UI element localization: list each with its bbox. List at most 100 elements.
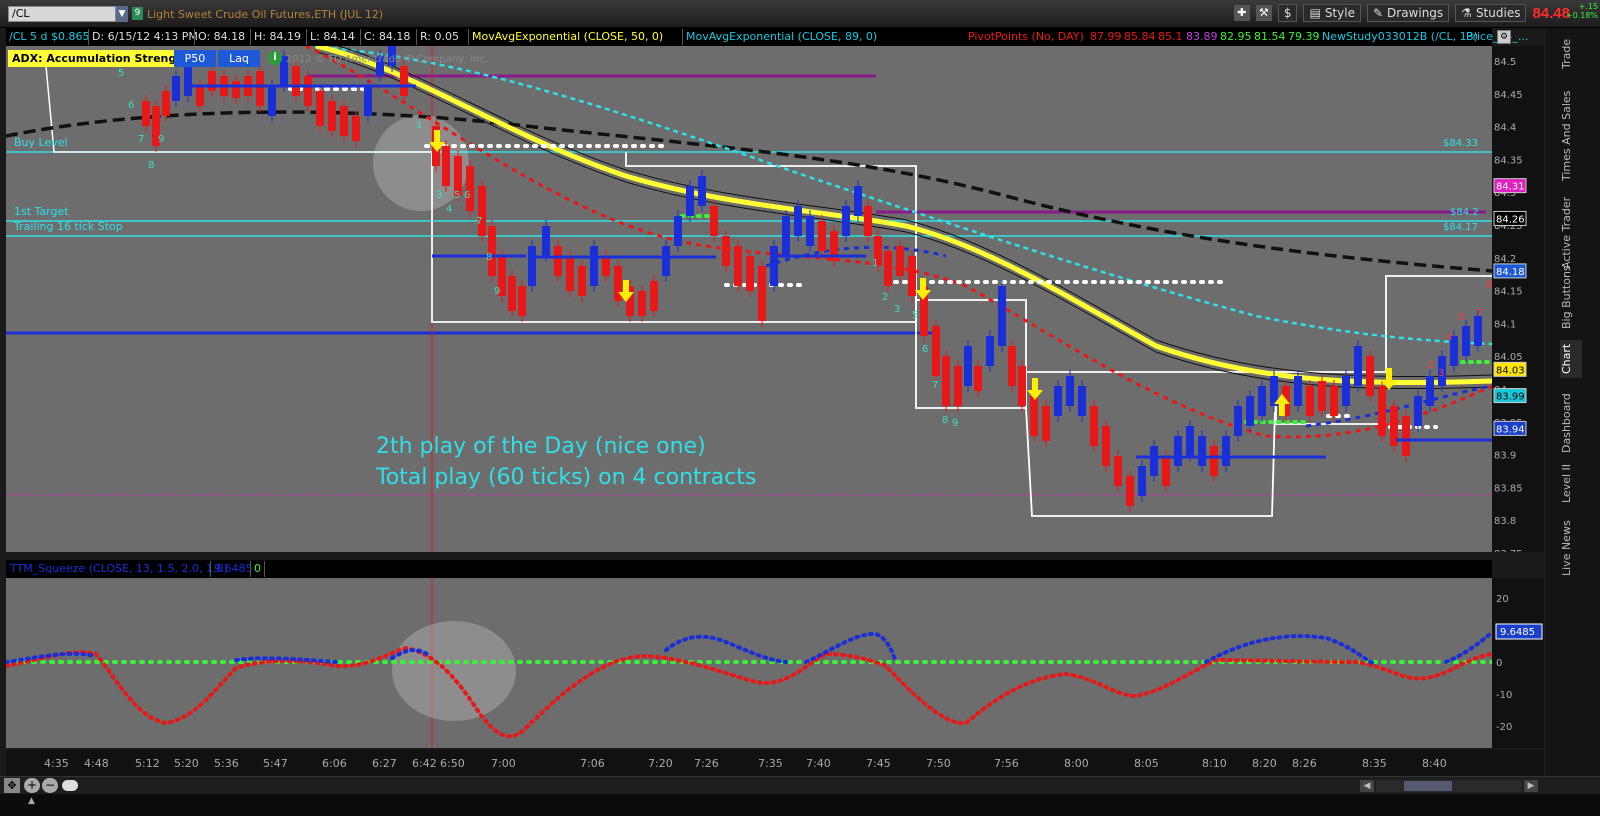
first-target-value: $84.2 — [1450, 207, 1479, 218]
time-tick-label: 5:12 — [135, 757, 160, 770]
copyright-watermark: 2012 © TD Ameritrade IP Company, Inc. — [286, 54, 488, 65]
candle-body — [974, 366, 982, 391]
time-tick-label: 4:48 — [84, 757, 109, 770]
candle-body — [1138, 466, 1146, 496]
candle-body — [232, 81, 240, 98]
dollar-button[interactable]: $ — [1277, 4, 1298, 22]
price-tick-label: 84.05 — [1494, 352, 1523, 363]
ttm-squeeze-tag-label: 9.6485 — [1500, 627, 1535, 638]
price-tick-label: 84.2 — [1494, 254, 1516, 265]
scroll-right-icon[interactable]: ▶ — [1524, 780, 1538, 792]
zoom-fit-icon[interactable] — [62, 780, 78, 791]
candle-body — [1066, 376, 1074, 406]
tab-dashboard[interactable]: Dashboard — [1560, 390, 1582, 456]
zoom-out-icon[interactable]: − — [42, 778, 58, 793]
svg-text:8: 8 — [148, 160, 154, 171]
collapse-icon[interactable]: ▲ — [28, 796, 42, 806]
scroll-left-icon[interactable]: ◀ — [1360, 780, 1374, 792]
ttm-squeeze-chart[interactable] — [4, 578, 1494, 748]
candle-body — [172, 76, 180, 101]
candle-body — [1222, 436, 1230, 466]
candle-body — [1342, 376, 1350, 406]
change-pct: +0.18% — [1565, 11, 1598, 20]
p50-button[interactable]: P50 — [174, 50, 216, 67]
ttm-squeeze-label[interactable]: TTM_Squeeze (CLOSE, 13, 1.5, 2.0, 1.0) — [10, 562, 228, 575]
ma89-label[interactable]: MovAvgExponential (CLOSE, 89, 0) — [686, 30, 877, 43]
candle-body — [1366, 356, 1374, 396]
candle-body — [674, 216, 682, 246]
new-study-label[interactable]: NewStudy033012B (/CL, 13) — [1322, 30, 1478, 43]
price-chart[interactable]: 56798 13456 789 23567 891 234578 2012 © … — [5, 39, 1494, 552]
symbol-description: Light Sweet Crude Oil Futures,ETH (JUL 1… — [147, 8, 384, 21]
highlight-circle — [392, 621, 516, 721]
symbol-dropdown-button[interactable]: ▼ — [116, 6, 128, 22]
svg-text:4: 4 — [446, 204, 452, 215]
tab-level-ii[interactable]: Level II — [1560, 458, 1582, 508]
svg-text:5: 5 — [118, 68, 124, 79]
studies-label: Studies — [1475, 6, 1521, 20]
candle-body — [770, 246, 778, 286]
candle-body — [1462, 326, 1470, 356]
pivot-label[interactable]: PivotPoints (No, DAY) — [968, 30, 1084, 43]
ma50-label[interactable]: MovAvgExponential (CLOSE, 50, 0) — [472, 30, 663, 43]
pan-icon[interactable]: ✥ — [4, 778, 20, 793]
tab-live-news[interactable]: Live News — [1560, 518, 1582, 578]
lower-tick-label: -20 — [1496, 722, 1512, 733]
tab-big-buttons[interactable]: Big Buttons — [1560, 264, 1582, 330]
info-icon[interactable]: i — [268, 51, 282, 65]
studies-button[interactable]: ⚗ Studies — [1455, 4, 1527, 22]
time-axis[interactable]: 4:35 4:48 5:12 5:20 5:36 5:47 6:06 6:27 6:42 6:50… — [6, 750, 1544, 776]
symbol-input[interactable]: /CL — [8, 6, 116, 22]
candle-body — [328, 101, 336, 131]
candle-body — [566, 256, 574, 291]
candle-body — [1354, 346, 1362, 386]
zoom-in-icon[interactable]: + — [24, 778, 40, 793]
candle-body — [466, 166, 474, 211]
style-label: Style — [1324, 6, 1355, 20]
count-labels-red: 2345 78 — [1428, 280, 1492, 379]
link-group-badge[interactable]: 9 — [132, 7, 143, 20]
candle-body — [196, 86, 204, 106]
candle-bars — [142, 40, 1492, 512]
time-tick-label: 8:26 — [1292, 757, 1317, 770]
candle-body — [1102, 426, 1110, 466]
candle-body — [1162, 456, 1170, 486]
style-button[interactable]: ▤ Style — [1303, 4, 1361, 22]
flask-icon: ⚗ — [1461, 6, 1472, 20]
time-scrollbar[interactable] — [1376, 780, 1522, 792]
price-tick-label: 83.85 — [1494, 483, 1523, 494]
candle-body — [964, 346, 972, 386]
lower-tick-label: 0 — [1496, 658, 1502, 669]
time-tick-label: 8:00 — [1064, 757, 1089, 770]
style-icon: ▤ — [1309, 6, 1321, 20]
candle-body — [932, 326, 940, 376]
lower-axis[interactable]: 20100-10-20 9.6485 — [1492, 578, 1544, 748]
tab-trade[interactable]: Trade — [1560, 34, 1582, 74]
drawings-button[interactable]: ✎ Drawings — [1366, 4, 1450, 22]
tab-chart[interactable]: Chart — [1560, 340, 1582, 378]
candle-body — [998, 286, 1006, 346]
price-axis[interactable]: 84.5 84.45 84.4 84.35 84.3 84.25 84.2 84.15 84.1… — [1492, 46, 1544, 658]
change-abs: +.15 — [1578, 2, 1598, 11]
adx-label[interactable]: ADX: Accumulation Strength — [8, 50, 194, 67]
tab-times-and-sales[interactable]: Times And Sales — [1560, 86, 1582, 186]
candle-body — [842, 206, 850, 236]
laq-button[interactable]: Laq — [218, 50, 260, 67]
down-arrow-icon — [915, 278, 931, 300]
chart-settings-icon[interactable]: ⚙ — [1497, 30, 1511, 44]
time-scrollbar-thumb[interactable] — [1404, 781, 1452, 791]
time-tick-label: 7:06 — [580, 757, 605, 770]
candle-body — [442, 146, 450, 186]
crosshair-icon[interactable]: ✚ — [1233, 5, 1250, 21]
candle-body — [602, 256, 610, 276]
wrench-icon[interactable]: ⚒ — [1255, 5, 1272, 21]
candle-body — [614, 266, 622, 301]
candle-body — [590, 246, 598, 286]
time-tick-label: 6:06 — [322, 757, 347, 770]
bar-date: D: 6/15/12 4:13 PM — [92, 30, 198, 43]
candle-body — [638, 291, 646, 316]
candle-body — [942, 356, 950, 406]
lower-axis-canvas: 20100-10-20 9.6485 — [1495, 594, 1543, 733]
time-tick-label: 5:47 — [263, 757, 288, 770]
pivot-value: 87.99 — [1090, 30, 1122, 43]
